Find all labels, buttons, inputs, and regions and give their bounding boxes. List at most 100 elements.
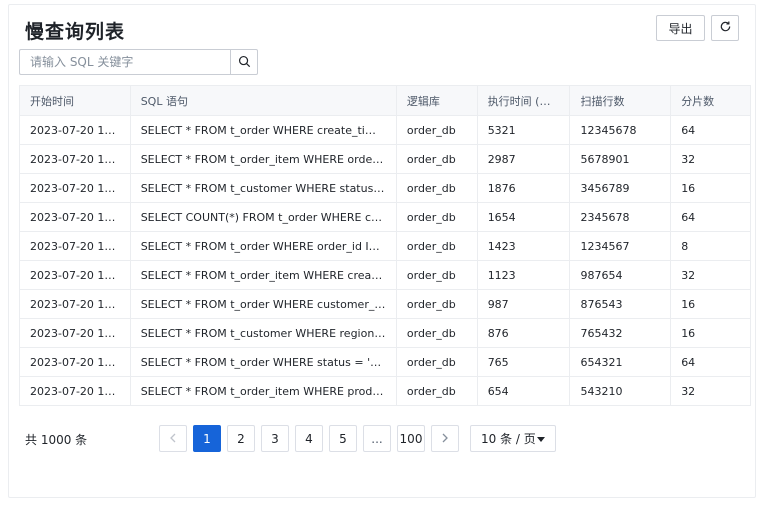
cell-logic-db: order_db [397, 261, 478, 289]
table-row[interactable]: 2023-07-20 14:42:15SELECT * FROM t_order… [20, 261, 750, 290]
cell-scanned-rows: 5678901 [570, 145, 672, 173]
cell-logic-db: order_db [397, 116, 478, 144]
cell-exec-time: 876 [478, 319, 571, 347]
cell-start-time: 2023-07-20 14:41:08 [20, 290, 131, 318]
page-ellipsis[interactable]: ... [363, 425, 391, 452]
table-row[interactable]: 2023-07-20 14:37:41SELECT * FROM t_order… [20, 377, 750, 406]
table-row[interactable]: 2023-07-20 14:38:55SELECT * FROM t_order… [20, 348, 750, 377]
column-header-exec-time[interactable]: 执行时间 (ms) [478, 86, 571, 115]
cell-sql: SELECT * FROM t_order_item WHERE order_i… [131, 145, 397, 173]
table-row[interactable]: 2023-07-20 14:51:23SELECT * FROM t_order… [20, 116, 750, 145]
export-button[interactable]: 导出 [656, 15, 705, 41]
cell-sql: SELECT COUNT(*) FROM t_order WHERE creat… [131, 203, 397, 231]
cell-start-time: 2023-07-20 14:44:21 [20, 232, 131, 260]
page-size-select[interactable]: 10 条 / 页 [470, 425, 556, 452]
cell-shards: 32 [681, 152, 696, 166]
table-row[interactable]: 2023-07-20 14:40:02SELECT * FROM t_custo… [20, 319, 750, 348]
cell-exec-time: 2987 [478, 145, 571, 173]
slow-query-table: 开始时间 SQL 语句 逻辑库 执行时间 (ms) 扫描行数 分片数 2023-… [19, 85, 751, 406]
cell-sql: SELECT * FROM t_order WHERE order_id IN … [131, 232, 397, 260]
refresh-icon [719, 20, 732, 36]
cell-scanned-rows: 987654 [570, 261, 672, 289]
column-header-sql[interactable]: SQL 语句 [131, 86, 397, 115]
cell-exec-time: 1423 [478, 232, 571, 260]
page-button-1[interactable]: 1 [193, 425, 221, 452]
cell-shards: 32 [681, 384, 696, 398]
cell-shards: 64 [681, 355, 696, 369]
page-button-2[interactable]: 2 [227, 425, 255, 452]
search-bar [19, 49, 258, 75]
table-row[interactable]: 2023-07-20 14:47:02SELECT * FROM t_custo… [20, 174, 750, 203]
cell-shards: 32 [681, 268, 696, 282]
cell-shards: 16 [681, 297, 696, 311]
chevron-right-icon [441, 432, 449, 446]
page-title: 慢查询列表 [25, 21, 126, 43]
cell-scanned-rows: 12345678 [570, 116, 672, 144]
pagination: 1 2 3 4 5... 100 [159, 425, 459, 452]
page-button-100[interactable]: 100 [397, 425, 425, 452]
cell-logic-db: order_db [397, 319, 478, 347]
cell-sql: SELECT * FROM t_order WHERE status = 'PA… [131, 348, 397, 376]
column-header-logic-db[interactable]: 逻辑库 [397, 86, 478, 115]
cell-scanned-rows: 1234567 [570, 232, 672, 260]
page-button-3[interactable]: 3 [261, 425, 289, 452]
page-button-4[interactable]: 4 [295, 425, 323, 452]
cell-sql: SELECT * FROM t_order WHERE customer_id … [131, 290, 397, 318]
page-button-5[interactable]: 5 [329, 425, 357, 452]
cell-start-time: 2023-07-20 14:47:02 [20, 174, 131, 202]
total-count: 共 1000 条 [25, 433, 88, 447]
cell-logic-db: order_db [397, 377, 478, 405]
cell-shards: 64 [681, 123, 696, 137]
cell-exec-time: 654 [478, 377, 571, 405]
cell-exec-time: 1876 [478, 174, 571, 202]
cell-exec-time: 5321 [478, 116, 571, 144]
column-header-start-time[interactable]: 开始时间 [20, 86, 131, 115]
cell-logic-db: order_db [397, 145, 478, 173]
cell-sql: SELECT * FROM t_customer WHERE status = … [131, 174, 397, 202]
table-row[interactable]: 2023-07-20 14:48:11SELECT * FROM t_order… [20, 145, 750, 174]
cell-start-time: 2023-07-20 14:48:11 [20, 145, 131, 173]
cell-scanned-rows: 3456789 [570, 174, 672, 202]
cell-start-time: 2023-07-20 14:42:15 [20, 261, 131, 289]
chevron-left-icon [169, 432, 177, 446]
table-row[interactable]: 2023-07-20 14:45:33SELECT COUNT(*) FROM … [20, 203, 750, 232]
next-page-button[interactable] [431, 425, 459, 452]
cell-exec-time: 765 [478, 348, 571, 376]
table-row[interactable]: 2023-07-20 14:41:08SELECT * FROM t_order… [20, 290, 750, 319]
cell-scanned-rows: 543210 [570, 377, 672, 405]
cell-sql: SELECT * FROM t_order_item WHERE product… [131, 377, 397, 405]
cell-logic-db: order_db [397, 232, 478, 260]
cell-shards: 8 [681, 239, 689, 253]
cell-start-time: 2023-07-20 14:51:23 [20, 116, 131, 144]
search-input[interactable] [19, 49, 230, 75]
prev-page-button[interactable] [159, 425, 187, 452]
cell-scanned-rows: 654321 [570, 348, 672, 376]
caret-down-icon [537, 437, 545, 442]
column-header-scanned-rows[interactable]: 扫描行数 [570, 86, 672, 115]
cell-start-time: 2023-07-20 14:40:02 [20, 319, 131, 347]
cell-logic-db: order_db [397, 203, 478, 231]
search-icon [238, 53, 251, 72]
cell-shards: 16 [681, 181, 696, 195]
page-size-label: 10 条 / 页 [481, 432, 536, 446]
refresh-button[interactable] [711, 15, 739, 41]
cell-sql: SELECT * FROM t_order WHERE create_time … [131, 116, 397, 144]
search-button[interactable] [230, 49, 258, 75]
cell-exec-time: 987 [478, 290, 571, 318]
cell-start-time: 2023-07-20 14:37:41 [20, 377, 131, 405]
cell-scanned-rows: 765432 [570, 319, 672, 347]
cell-sql: SELECT * FROM t_order_item WHERE create_… [131, 261, 397, 289]
cell-exec-time: 1654 [478, 203, 571, 231]
cell-start-time: 2023-07-20 14:38:55 [20, 348, 131, 376]
column-header-shards[interactable]: 分片数 [671, 86, 750, 115]
cell-scanned-rows: 2345678 [570, 203, 672, 231]
cell-shards: 64 [681, 210, 696, 224]
cell-shards: 16 [681, 326, 696, 340]
cell-scanned-rows: 876543 [570, 290, 672, 318]
table-header-row: 开始时间 SQL 语句 逻辑库 执行时间 (ms) 扫描行数 分片数 [20, 86, 750, 116]
table-row[interactable]: 2023-07-20 14:44:21SELECT * FROM t_order… [20, 232, 750, 261]
cell-start-time: 2023-07-20 14:45:33 [20, 203, 131, 231]
slow-query-card: 慢查询列表 导出 开始时间 SQL 语句 逻辑库 执行时间 (ms) [8, 4, 756, 498]
cell-logic-db: order_db [397, 290, 478, 318]
cell-logic-db: order_db [397, 174, 478, 202]
